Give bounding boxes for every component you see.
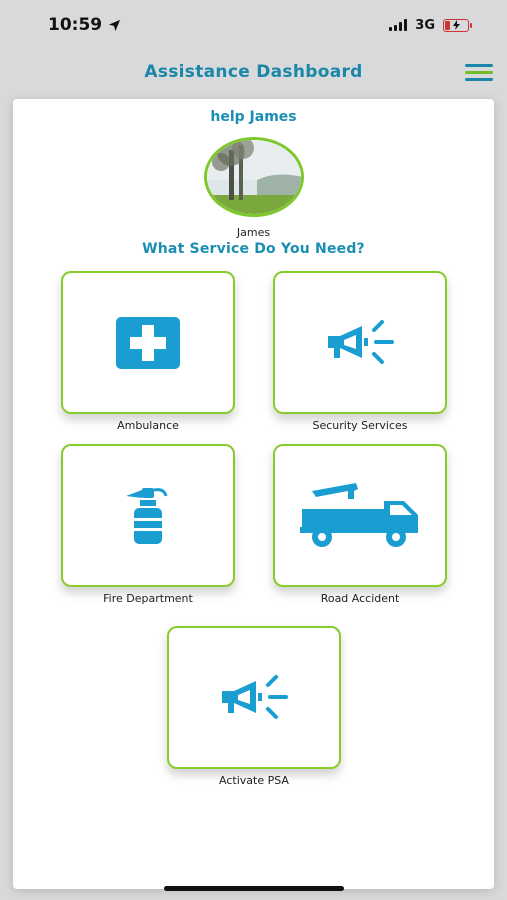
activate-psa-label: Activate PSA [219,774,289,787]
security-services-label: Security Services [312,419,408,432]
ambulance-card[interactable] [61,271,235,414]
megaphone-icon [222,674,288,719]
ambulance-label: Ambulance [117,419,179,432]
service-selection-modal: help James James What Service Do You Nee… [13,99,494,889]
tow-truck-icon [300,482,418,547]
home-indicator[interactable] [164,886,344,891]
megaphone-icon [328,319,394,364]
help-title: help James [210,109,297,125]
service-question: What Service Do You Need? [142,241,365,257]
road-accident-label: Road Accident [320,592,400,605]
fire-extinguisher-icon [126,487,168,544]
activate-psa-card[interactable] [167,626,341,769]
fire-department-card[interactable] [61,444,235,587]
security-services-card[interactable] [273,271,447,414]
fire-department-label: Fire Department [103,592,193,605]
user-name: James [236,226,271,239]
road-accident-card[interactable] [273,444,447,587]
ambulance-cross-icon [116,316,180,369]
avatar [204,137,304,217]
avatar-photo [207,140,301,214]
